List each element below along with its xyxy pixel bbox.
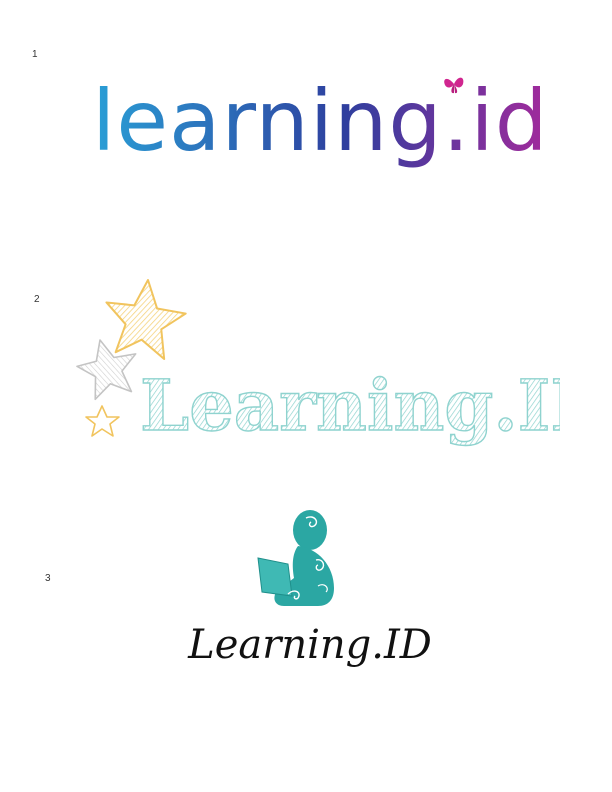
logo-option-3: Learning.ID bbox=[187, 510, 432, 668]
logo-option-2: Learning.ID bbox=[76, 279, 560, 448]
wordmark-3: Learning.ID bbox=[187, 622, 432, 668]
logo-option-1: learning.id bbox=[92, 72, 540, 170]
wordmark-2: Learning.ID bbox=[140, 364, 560, 447]
reading-figure-icon bbox=[257, 510, 334, 606]
star-icon bbox=[85, 405, 120, 437]
option-number-3: 3 bbox=[45, 573, 51, 584]
option-number-2: 2 bbox=[34, 294, 40, 305]
option-number-1: 1 bbox=[32, 49, 38, 60]
star-icon bbox=[105, 279, 187, 361]
wordmark-1: learning.id bbox=[92, 72, 540, 170]
